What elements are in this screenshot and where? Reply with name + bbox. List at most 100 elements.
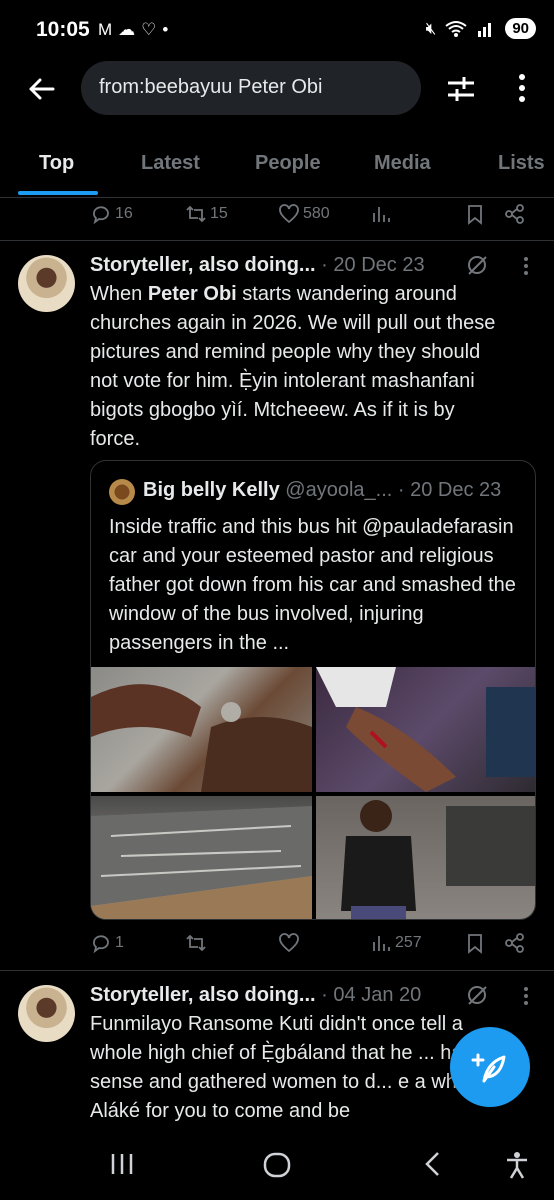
home-icon[interactable] [262, 1150, 292, 1180]
tweet-divider [0, 240, 554, 241]
repost-icon [186, 205, 206, 223]
repost-button[interactable]: 15 [185, 203, 228, 225]
reply-count: 1 [115, 934, 124, 951]
quote-meta: @ayoola_... · 20 Dec 23 [285, 479, 502, 501]
more-vertical-icon[interactable] [516, 255, 536, 277]
more-vertical-icon[interactable] [516, 985, 536, 1007]
tweet-date: · 20 Dec 23 [321, 254, 425, 276]
mention-highlight: Peter Obi [147, 283, 237, 305]
tweet-text-start: When [90, 283, 148, 305]
recent-apps-icon[interactable] [108, 1150, 136, 1178]
media-image[interactable] [316, 796, 535, 919]
search-query: from:beebayuu Peter Obi [99, 76, 323, 98]
tweet-text-rest: starts wandering around churches again i… [90, 283, 496, 450]
more-vertical-icon [519, 74, 525, 102]
tweet-actions: 1 257 [90, 932, 530, 960]
bookmark-button[interactable] [464, 203, 486, 225]
dot-icon: • [162, 20, 169, 39]
active-tab-indicator [18, 191, 98, 195]
wifi-icon [445, 20, 467, 37]
share-button[interactable] [504, 203, 526, 225]
repost-count: 15 [210, 205, 228, 222]
media-image[interactable] [316, 667, 535, 792]
reply-icon [93, 206, 109, 225]
quoted-tweet[interactable]: Big belly Kelly @ayoola_... · 20 Dec 23 … [90, 460, 536, 920]
author-name[interactable]: Storyteller, also doing... [90, 984, 316, 1006]
more-options-button[interactable] [506, 70, 538, 106]
like-button[interactable] [278, 932, 303, 954]
quote-header: Big belly Kelly @ayoola_... · 20 Dec 23 [143, 479, 501, 502]
tweet-divider [0, 970, 554, 971]
android-navigation-bar [0, 1130, 554, 1200]
search-filter-button[interactable] [444, 72, 478, 106]
cloud-icon: ☁ [118, 20, 136, 39]
repost-icon [186, 934, 206, 952]
photo-man-standing [341, 800, 535, 919]
tab-media[interactable]: Media [374, 152, 431, 175]
tweet-text: When Peter Obi starts wandering around c… [90, 280, 510, 454]
tab-lists[interactable]: Lists [498, 152, 545, 175]
tweet-date: · 04 Jan 20 [321, 984, 422, 1006]
like-button[interactable]: 580 [278, 203, 330, 225]
views-button[interactable] [370, 203, 392, 225]
grok-icon[interactable] [465, 253, 489, 277]
author-name[interactable]: Storyteller, also doing... [90, 254, 316, 276]
views-icon [373, 936, 390, 951]
status-bar: 10:05 M ☁ ♡ • 🔇︎ 90 [0, 0, 554, 58]
notification-icons: M ☁ ♡ • [98, 20, 168, 40]
tweet-text: Funmilayo Ransome Kuti didn't once tell … [90, 1013, 484, 1122]
photo-broken-glass [91, 806, 312, 919]
share-icon [505, 933, 524, 953]
bookmark-icon [468, 934, 482, 954]
search-header: from:beebayuu Peter Obi [0, 58, 554, 124]
photo-injured-arm [316, 667, 535, 792]
media-image[interactable] [91, 796, 312, 919]
views-count: 257 [395, 934, 422, 951]
bookmark-icon [468, 205, 482, 225]
heart-icon: ♡ [141, 20, 157, 39]
views-button[interactable]: 257 [370, 932, 422, 954]
quote-author: Big belly Kelly [143, 479, 280, 501]
quote-avatar [109, 479, 135, 505]
arrow-left-icon [29, 78, 55, 100]
reply-button[interactable]: 1 [90, 932, 124, 954]
accessibility-icon[interactable] [503, 1150, 531, 1180]
mute-icon: 🔇︎ [425, 18, 437, 38]
reply-count: 16 [115, 205, 133, 222]
search-tabs: Top Latest People Media Lists [0, 136, 554, 198]
bookmark-button[interactable] [464, 932, 486, 954]
compose-post-button[interactable] [450, 1027, 530, 1107]
gmail-icon: M [98, 20, 113, 39]
photo-hand-blood [91, 684, 312, 792]
sliders-icon [448, 77, 474, 101]
avatar[interactable] [18, 255, 75, 312]
grok-icon[interactable] [465, 983, 489, 1007]
views-icon [373, 207, 390, 222]
system-icons: 🔇︎ 90 [426, 18, 536, 39]
media-image[interactable] [91, 667, 312, 792]
status-time: 10:05 [36, 18, 90, 41]
heart-outline-icon [279, 933, 299, 953]
tab-top[interactable]: Top [39, 152, 74, 175]
reply-button[interactable]: 16 [90, 203, 133, 225]
nav-back-icon[interactable] [420, 1150, 446, 1178]
like-count: 580 [303, 205, 330, 222]
share-icon [505, 204, 524, 224]
tab-people[interactable]: People [255, 152, 321, 175]
tweet-header: Storyteller, also doing... · 04 Jan 20 [90, 984, 421, 1007]
heart-outline-icon [279, 204, 299, 224]
reply-icon [93, 935, 109, 954]
tab-latest[interactable]: Latest [141, 152, 200, 175]
tweet-header: Storyteller, also doing... · 20 Dec 23 [90, 254, 425, 277]
back-button[interactable] [24, 72, 58, 106]
avatar[interactable] [18, 985, 75, 1042]
search-input[interactable]: from:beebayuu Peter Obi [81, 61, 421, 115]
share-button[interactable] [504, 932, 526, 954]
repost-button[interactable] [185, 932, 210, 954]
compose-feather-icon [471, 1053, 506, 1083]
prev-tweet-actions: 16 15 580 [90, 203, 530, 231]
media-grid [91, 667, 535, 919]
battery-indicator: 90 [505, 18, 536, 39]
quote-text: Inside traffic and this bus hit @paulade… [109, 516, 516, 654]
signal-icon [478, 22, 492, 37]
